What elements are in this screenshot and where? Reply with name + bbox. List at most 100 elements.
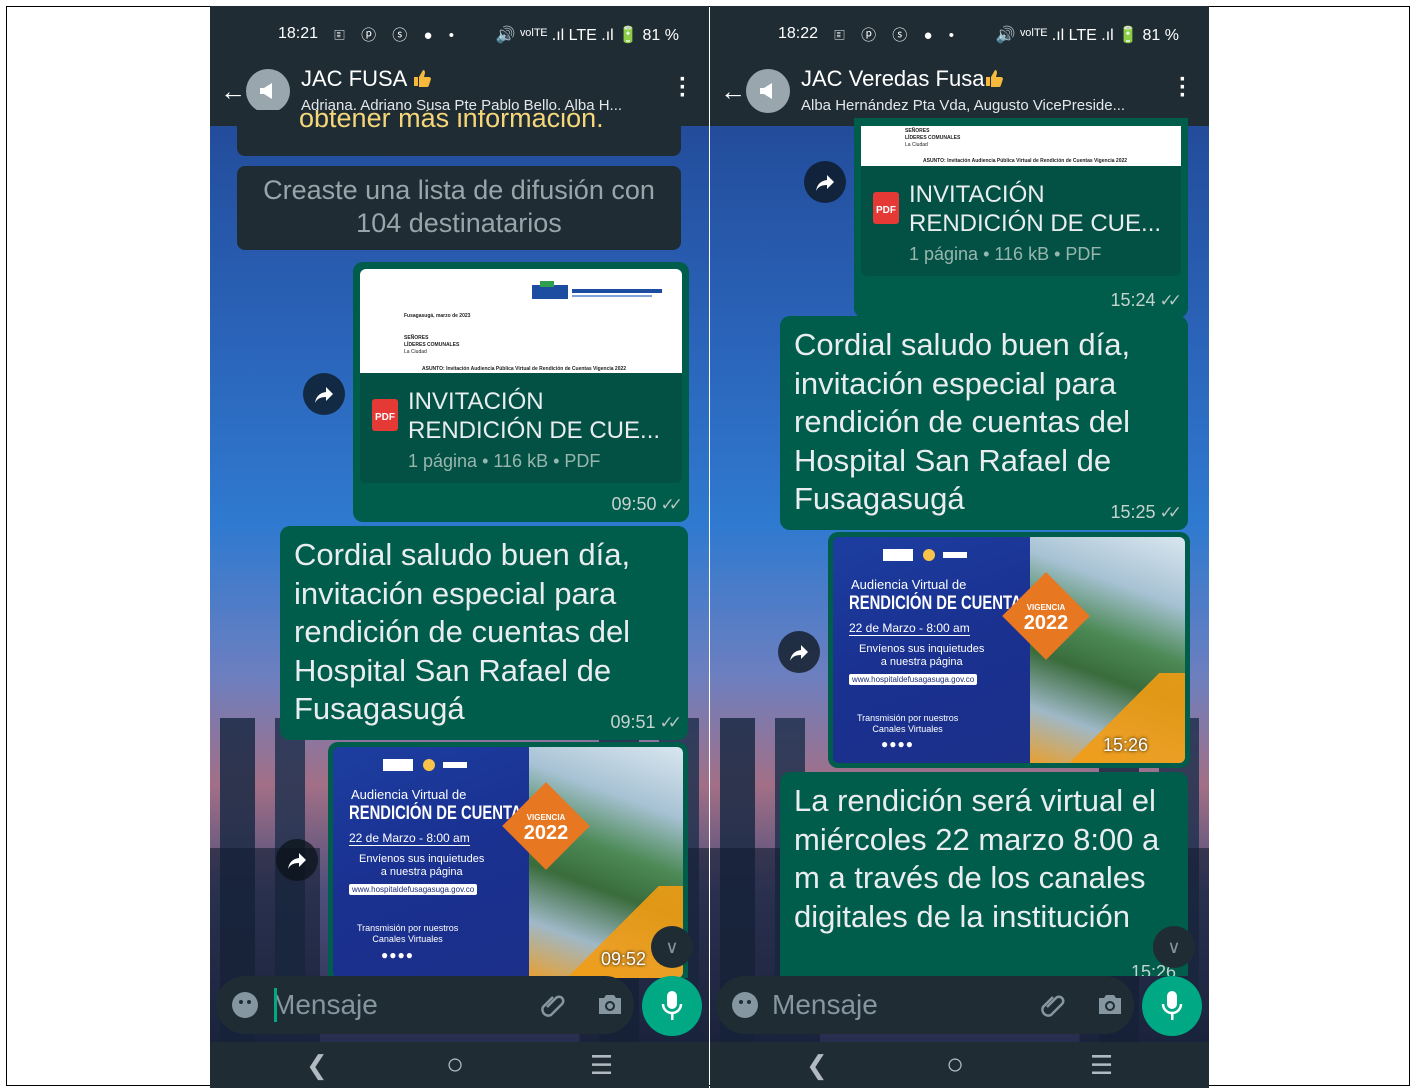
chevron-double-down-icon[interactable]: ∨ [1153, 926, 1195, 968]
double-check-icon: ✓✓ [660, 495, 683, 514]
android-nav-bar: ❮ ○ ☰ [210, 1042, 709, 1088]
document-preview[interactable]: Fusagasugá, marzo de 2023 SEÑORES LÍDERE… [360, 269, 682, 373]
poster-transmission: Transmisión por nuestros Canales Virtuale… [857, 713, 959, 734]
letter-recipient-1: SEÑORES [905, 128, 930, 134]
text-message[interactable]: La rendición será virtual el miércoles 2… [780, 772, 1188, 976]
message-time: 15:25 ✓✓ [1110, 502, 1181, 522]
message-text: Cordial saludo buen día, invitación espe… [794, 327, 1131, 516]
poster-url: www.hospitaldefusagasuga.gov.co [349, 884, 478, 895]
poster-headline: RENDICIÓN DE CUENTAS [349, 803, 532, 824]
message-text: La rendición será virtual el miércoles 2… [794, 783, 1160, 934]
notification-icons: 🗉 ⓟ ⓢ ● • [334, 27, 460, 44]
system-status: 🔊 ᵛᵒˡᵀᴱ .ıl LTE .ıl 🔋 81 % [495, 27, 679, 44]
message-input[interactable] [272, 986, 542, 1024]
poster-headline: RENDICIÓN DE CUENTAS [849, 593, 1032, 614]
double-check-icon: ✓✓ [659, 713, 682, 732]
forward-icon[interactable] [276, 839, 318, 881]
emoji-icon[interactable] [732, 992, 758, 1018]
status-bar: 18:22 🗉 ⓟ ⓢ ● • 🔊 ᵛᵒˡᵀᴱ .ıl LTE .ıl 🔋 81… [710, 6, 1209, 62]
letter-recipient-2: LÍDERES COMUNALES [905, 135, 961, 141]
social-icons: ●●●● [381, 948, 414, 962]
message-time: 09:50 ✓✓ [611, 494, 683, 514]
status-time: 18:22 [778, 25, 819, 42]
chevron-double-down-icon[interactable]: ∨ [651, 926, 693, 968]
document-name-line2: RENDICIÓN DE CUE... [909, 210, 1162, 237]
letter-subject: ASUNTO: Invitación Audiencia Pública Vir… [923, 158, 1128, 164]
message-input[interactable] [772, 986, 1042, 1024]
poster-logos-icon [383, 759, 467, 771]
mic-button[interactable] [1142, 976, 1202, 1036]
letter-subject: ASUNTO: Invitación Audiencia Pública Vir… [422, 366, 627, 372]
poster-invite: Envíenos sus inquietudes a nuestra página [359, 853, 485, 878]
back-arrow-icon[interactable]: ← [720, 76, 746, 107]
forward-icon[interactable] [804, 161, 846, 203]
poster-subtitle: Audiencia Virtual de [851, 577, 967, 592]
letter-recipient-3: La Ciudad [404, 349, 427, 355]
mic-icon [661, 991, 683, 1020]
back-arrow-icon[interactable]: ← [220, 76, 246, 107]
message-time: 09:52 [601, 949, 647, 969]
thumbs-up-icon [414, 70, 432, 87]
vigencia-badge-text: VIGENCIA 2022 [1023, 603, 1069, 634]
mic-button[interactable] [642, 976, 702, 1036]
message-text: Cordial saludo buen día, invitación espe… [294, 537, 631, 726]
notification-icons: 🗉 ⓟ ⓢ ● • [834, 27, 960, 44]
event-poster[interactable]: Audiencia Virtual de RENDICIÓN DE CUENTA… [833, 537, 1185, 763]
document-preview[interactable]: SEÑORES LÍDERES COMUNALES La Ciudad ASUN… [861, 126, 1181, 166]
phone-screen-right: 18:22 🗉 ⓟ ⓢ ● • 🔊 ᵛᵒˡᵀᴱ .ıl LTE .ıl 🔋 81… [710, 6, 1209, 1088]
nav-recents-icon[interactable]: ☰ [590, 1050, 613, 1081]
document-info[interactable]: PDF INVITACIÓN RENDICIÓN DE CUE... 1 pág… [360, 373, 682, 483]
text-caret [274, 988, 277, 1022]
more-vert-icon[interactable]: · · · [1179, 68, 1187, 108]
partial-message-text: obtener más información. [299, 110, 604, 133]
poster-url: www.hospitaldefusagasuga.gov.co [849, 674, 978, 685]
document-size: 1 página • 116 kB • PDF [408, 451, 601, 471]
attach-icon[interactable] [1038, 990, 1068, 1020]
event-poster[interactable]: Audiencia Virtual de RENDICIÓN DE CUENTA… [333, 747, 683, 978]
document-info[interactable]: PDF INVITACIÓN RENDICIÓN DE CUE... 1 pág… [861, 166, 1181, 276]
chat-subtitle: Alba Hernández Pta Vda, Augusto VicePres… [801, 97, 1126, 114]
document-name-line2: RENDICIÓN DE CUE... [408, 417, 661, 444]
poster-subtitle: Audiencia Virtual de [351, 787, 467, 802]
camera-icon[interactable] [596, 991, 624, 1017]
letter-recipient-2: LÍDERES COMUNALES [404, 342, 460, 348]
document-size: 1 página • 116 kB • PDF [909, 244, 1102, 264]
image-message[interactable]: Audiencia Virtual de RENDICIÓN DE CUENTA… [328, 742, 688, 978]
mic-icon [1161, 991, 1183, 1020]
text-message[interactable]: Cordial saludo buen día, invitación espe… [780, 316, 1188, 530]
poster-logos-icon [883, 549, 967, 561]
message-compose-bar[interactable] [216, 976, 634, 1034]
megaphone-icon [760, 83, 772, 99]
nav-back-icon[interactable]: ❮ [806, 1050, 828, 1081]
nav-recents-icon[interactable]: ☰ [1090, 1050, 1113, 1081]
poster-date: 22 de Marzo - 8:00 am [849, 621, 970, 636]
chat-title[interactable]: JAC Veredas Fusa [801, 66, 1004, 92]
poster-invite: Envíenos sus inquietudes a nuestra página [859, 643, 985, 668]
thumbs-up-icon [986, 70, 1004, 87]
message-time: 09:51 ✓✓ [610, 712, 682, 732]
emoji-icon[interactable] [232, 992, 258, 1018]
image-message[interactable]: Audiencia Virtual de RENDICIÓN DE CUENTA… [828, 532, 1190, 768]
message-compose-bar[interactable] [716, 976, 1134, 1034]
status-time: 18:21 [278, 25, 319, 42]
chat-title[interactable]: JAC FUSA [301, 66, 432, 92]
nav-home-icon[interactable]: ○ [446, 1048, 464, 1082]
attach-icon[interactable] [538, 990, 568, 1020]
system-status: 🔊 ᵛᵒˡᵀᴱ .ıl LTE .ıl 🔋 81 % [995, 27, 1179, 44]
document-message[interactable]: Fusagasugá, marzo de 2023 SEÑORES LÍDERE… [353, 262, 689, 522]
camera-icon[interactable] [1096, 991, 1124, 1017]
forward-icon[interactable] [303, 373, 345, 415]
broadcast-avatar[interactable] [246, 69, 290, 113]
document-name-line1: INVITACIÓN [408, 388, 544, 415]
nav-home-icon[interactable]: ○ [946, 1048, 964, 1082]
forward-icon[interactable] [778, 631, 820, 673]
poster-date: 22 de Marzo - 8:00 am [349, 831, 470, 846]
system-message-text: Creaste una lista de difusión con 104 de… [263, 175, 655, 238]
chat-header[interactable]: ← JAC Veredas Fusa Alba Hernández Pta Vd… [710, 62, 1209, 126]
nav-back-icon[interactable]: ❮ [306, 1050, 328, 1081]
more-vert-icon[interactable]: · · · [679, 68, 687, 108]
document-message[interactable]: SEÑORES LÍDERES COMUNALES La Ciudad ASUN… [854, 118, 1188, 318]
document-name-line1: INVITACIÓN [909, 181, 1045, 208]
broadcast-avatar[interactable] [746, 69, 790, 113]
text-message[interactable]: Cordial saludo buen día, invitación espe… [280, 526, 688, 740]
